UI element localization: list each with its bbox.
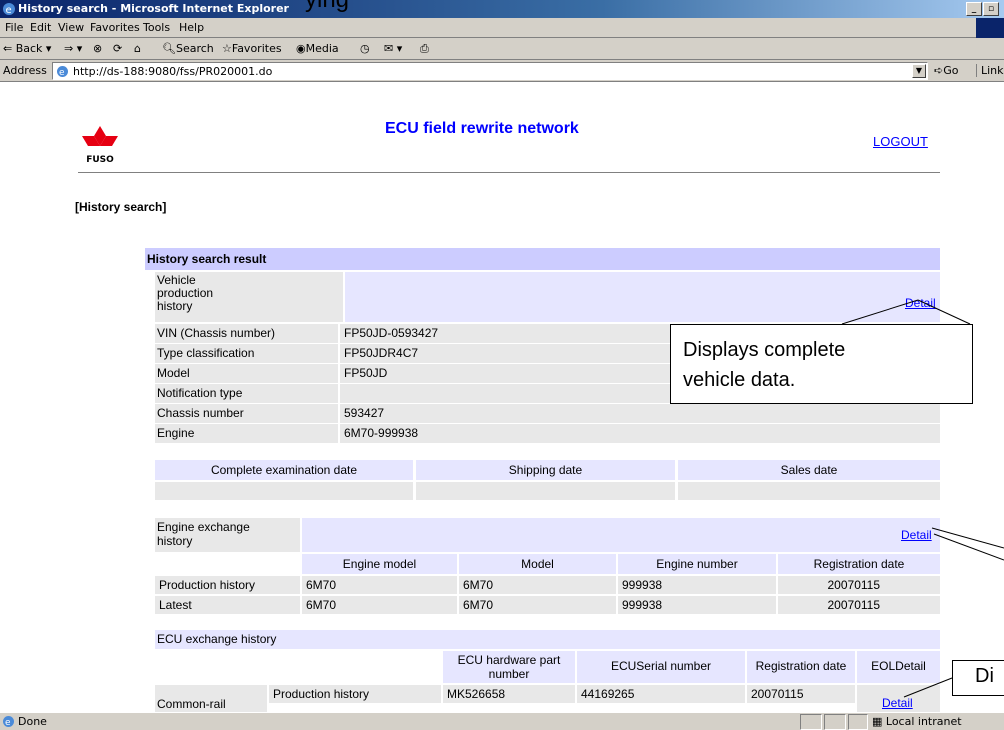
- page-done-icon: e: [3, 716, 14, 728]
- search-label: Search: [175, 42, 214, 55]
- column-header: Shipping date: [416, 460, 675, 480]
- callout-leader-line: [917, 299, 971, 325]
- row-label: Engine: [155, 424, 338, 443]
- site-title: ECU field rewrite network: [385, 120, 579, 137]
- address-input[interactable]: e http://ds-188:9080/fss/PR020001.do ▼: [52, 62, 928, 80]
- section-title: [History search]: [75, 200, 167, 214]
- column-header: Model: [459, 554, 616, 574]
- cell: 6M70: [459, 596, 616, 614]
- status-panel: [824, 714, 846, 730]
- row-label: Production history: [155, 576, 300, 594]
- address-bar: Address e http://ds-188:9080/fss/PR02000…: [0, 60, 1004, 82]
- favorites-button[interactable]: ☆Favorites: [222, 42, 282, 55]
- home-icon[interactable]: ⌂: [134, 42, 141, 55]
- search-button[interactable]: 🔍︎Search: [162, 42, 214, 55]
- date-cell: [155, 482, 413, 500]
- cell: 6M70: [302, 576, 457, 594]
- refresh-icon[interactable]: ⟳: [113, 42, 122, 55]
- vehicle-history-label: Vehicle production history: [155, 272, 343, 322]
- column-header: Complete examination date: [155, 460, 413, 480]
- ecu-group-label: Common-rail: [155, 685, 267, 712]
- column-header: ECU hardware part number: [443, 651, 575, 683]
- svg-text:e: e: [5, 718, 11, 728]
- row-label: VIN (Chassis number): [155, 324, 338, 343]
- cell: 6M70: [302, 596, 457, 614]
- result-header: History search result: [145, 248, 940, 270]
- menu-help[interactable]: Help: [179, 21, 204, 34]
- menu-bar: File Edit View Favorites Tools Help: [0, 18, 1004, 38]
- callout-leader-line: [903, 677, 953, 698]
- back-label: Back: [15, 42, 43, 55]
- callout-leader-line: [931, 527, 1004, 549]
- media-label: Media: [305, 42, 339, 55]
- row-label: Model: [155, 364, 338, 383]
- stop-icon[interactable]: ⊗: [93, 42, 102, 55]
- media-button[interactable]: ◉Media: [296, 42, 339, 55]
- callout-partial: Di: [952, 660, 1004, 696]
- back-button[interactable]: ⇐ Back ▾: [3, 42, 51, 55]
- row-label: Latest: [155, 596, 300, 614]
- ie-icon: e: [3, 3, 15, 16]
- brand-text: FUSO: [86, 155, 114, 165]
- favorites-label: Favorites: [231, 42, 282, 55]
- cell: 999938: [618, 576, 776, 594]
- column-header: Engine model: [302, 554, 457, 574]
- window-title: History search - Microsoft Internet Expl…: [18, 2, 289, 15]
- security-zone: ▦ Local intranet: [872, 715, 962, 728]
- go-button[interactable]: ➪Go: [934, 64, 958, 77]
- cell: 999938: [618, 596, 776, 614]
- history-icon[interactable]: ◷: [360, 42, 370, 55]
- windows-logo-icon: [976, 18, 1004, 38]
- window-title-bar: e History search - Microsoft Internet Ex…: [0, 0, 1004, 18]
- go-label: Go: [943, 64, 959, 77]
- row-label: Type classification: [155, 344, 338, 363]
- column-header: ECUSerial number: [577, 651, 745, 683]
- page-content: FUSO ECU field rewrite network LOGOUT [H…: [0, 82, 1004, 712]
- forward-button[interactable]: ⇒ ▾: [64, 42, 82, 55]
- callout-leaders: [841, 299, 1004, 698]
- header-divider: [78, 172, 940, 173]
- menu-edit[interactable]: Edit: [30, 21, 51, 34]
- mail-icon[interactable]: ✉ ▾: [384, 42, 402, 55]
- svg-text:e: e: [59, 68, 65, 78]
- row-label: Notification type: [155, 384, 338, 403]
- status-bar: e Done ▦ Local intranet: [0, 712, 1004, 730]
- column-header: Engine number: [618, 554, 776, 574]
- page-icon: e: [57, 66, 68, 78]
- callout-leader-line: [841, 299, 919, 325]
- minimize-button[interactable]: _: [966, 2, 982, 16]
- standard-toolbar: ⇐ Back ▾ ⇒ ▾ ⊗ ⟳ ⌂ 🔍︎Search ☆Favorites ◉…: [0, 38, 1004, 60]
- print-icon[interactable]: ⎙: [420, 42, 429, 56]
- status-panel: [800, 714, 822, 730]
- maximize-button[interactable]: ▫: [983, 2, 999, 16]
- menu-favorites[interactable]: Favorites: [90, 21, 140, 34]
- status-text: Done: [18, 715, 47, 728]
- engine-exchange-text: Engine exchange history: [157, 520, 250, 548]
- fuso-logo: FUSO: [82, 126, 118, 165]
- engine-exchange-label: Engine exchange history: [155, 518, 300, 552]
- cell: MK526658: [443, 685, 575, 703]
- result-header-label: History search result: [147, 252, 267, 266]
- menu-tools[interactable]: Tools: [143, 21, 170, 34]
- cell: 6M70: [459, 576, 616, 594]
- logout-link[interactable]: LOGOUT: [873, 134, 928, 149]
- menu-file[interactable]: File: [5, 21, 23, 34]
- links-button[interactable]: Links: [976, 64, 1004, 77]
- date-cell: [416, 482, 675, 500]
- zone-label: Local intranet: [885, 715, 962, 728]
- row-label: Chassis number: [155, 404, 338, 423]
- address-label: Address: [3, 64, 47, 77]
- status-panel: [848, 714, 868, 730]
- address-dropdown-icon[interactable]: ▼: [912, 64, 926, 78]
- menu-view[interactable]: View: [58, 21, 84, 34]
- cell: 44169265: [577, 685, 745, 703]
- vehicle-history-text: Vehicle production history: [157, 273, 214, 313]
- address-url: http://ds-188:9080/fss/PR020001.do: [73, 65, 273, 78]
- svg-text:e: e: [6, 5, 12, 16]
- row-label: Production history: [269, 685, 441, 703]
- slide-overlay-text: ying: [305, 0, 349, 14]
